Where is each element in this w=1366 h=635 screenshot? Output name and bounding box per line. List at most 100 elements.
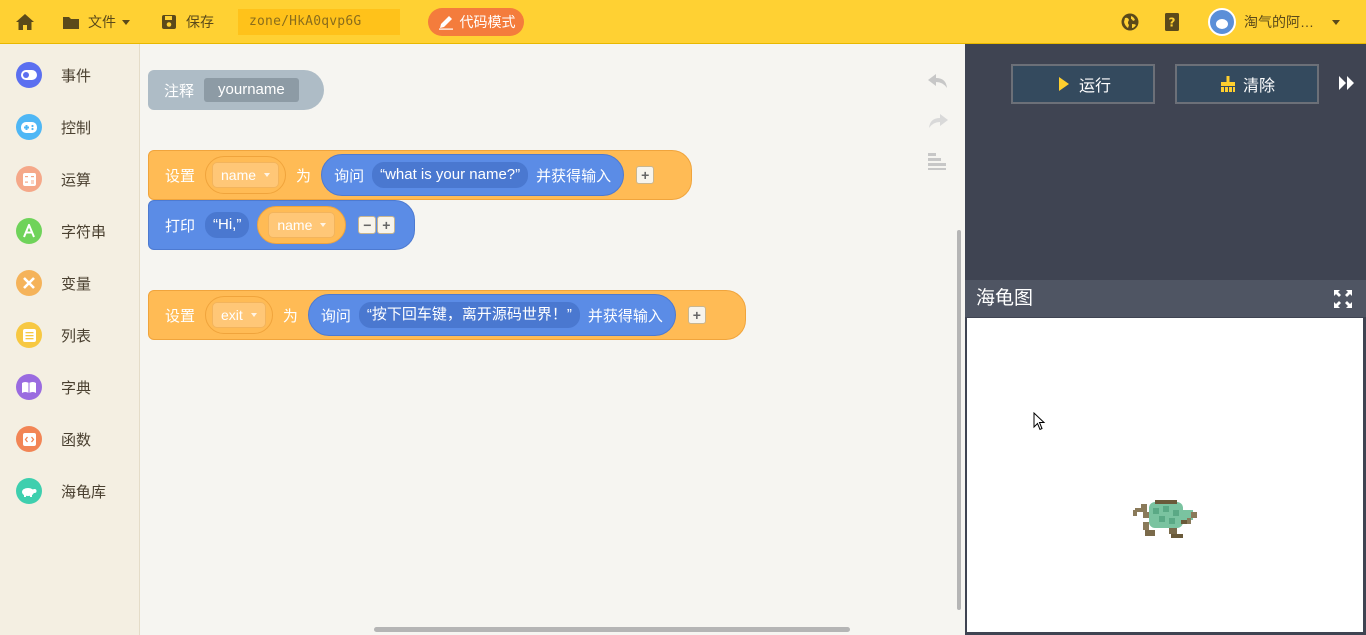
fast-forward-icon[interactable]	[1339, 76, 1357, 92]
variable-dropdown[interactable]: exit	[212, 302, 266, 328]
sidebar-item-label: 运算	[61, 171, 92, 189]
letter-a-icon	[16, 218, 42, 244]
clear-button[interactable]: 清除	[1175, 64, 1319, 104]
chevron-down-icon	[250, 313, 257, 317]
variable-slot: exit	[205, 296, 273, 334]
sidebar-item-label: 控制	[61, 119, 92, 137]
svg-text:?: ?	[1169, 16, 1176, 30]
save-icon	[160, 13, 178, 31]
run-label: 运行	[1078, 78, 1111, 95]
variable-dropdown[interactable]: name	[212, 162, 280, 188]
vertical-scrollbar[interactable]	[957, 230, 961, 610]
block-category-sidebar: 事件 控制 运算 字符串 变量 列表 字典 函数 海龟库	[0, 44, 140, 635]
sidebar-item-label: 字符串	[61, 223, 107, 241]
username: 淘气的阿…	[1244, 14, 1314, 30]
pencil-icon	[437, 13, 455, 31]
zone-path-field[interactable]: zone/HkA0qvp6G	[238, 9, 400, 35]
fullscreen-icon[interactable]	[1333, 289, 1353, 309]
book-icon	[16, 374, 42, 400]
set-keyword: 设置	[165, 307, 196, 325]
turtle-canvas[interactable]	[966, 317, 1364, 633]
run-button[interactable]: 运行	[1011, 64, 1155, 104]
calculator-icon	[16, 166, 42, 192]
sidebar-item-label: 列表	[61, 327, 92, 345]
clear-label: 清除	[1242, 78, 1275, 95]
chevron-down-icon	[122, 19, 130, 25]
user-menu[interactable]: 淘气的阿…	[1208, 7, 1340, 37]
undo-icon[interactable]	[927, 72, 947, 92]
add-argument-button[interactable]: +	[687, 306, 706, 324]
home-button[interactable]	[12, 0, 38, 44]
turtle-panel-title: 海龟图	[965, 280, 1366, 317]
ask-input-block[interactable]: 询问 “按下回车键，离开源码世界！” 并获得输入	[307, 294, 676, 336]
sidebar-item-label: 事件	[61, 67, 92, 85]
sidebar-item-label: 海龟库	[61, 483, 107, 501]
prompt-string[interactable]: “what is your name?”	[372, 162, 529, 188]
toggle-icon	[16, 62, 42, 88]
mouse-cursor-icon	[1033, 412, 1046, 431]
variable-name: exit	[221, 307, 243, 323]
redo-icon[interactable]	[927, 112, 948, 132]
align-left-icon[interactable]	[927, 152, 947, 172]
avatar	[1208, 8, 1236, 36]
folder-icon	[62, 13, 80, 31]
file-menu[interactable]: 文件	[62, 0, 130, 44]
sidebar-item-turtle[interactable]: 海龟库	[0, 471, 140, 511]
horizontal-scrollbar[interactable]	[374, 627, 850, 632]
sidebar-item-strings[interactable]: 字符串	[0, 211, 140, 251]
prompt-string[interactable]: “按下回车键，离开源码世界！”	[358, 302, 580, 328]
print-string[interactable]: “Hi,”	[205, 212, 250, 238]
sidebar-item-variables[interactable]: 变量	[0, 263, 140, 303]
play-icon	[1055, 75, 1073, 93]
chevron-down-icon	[320, 223, 327, 227]
broom-icon	[1219, 75, 1237, 93]
variable-x-icon	[16, 270, 42, 296]
set-keyword: 设置	[165, 167, 196, 185]
set-variable-block[interactable]: 设置 exit 为 询问 “按下回车键，离开源码世界！” 并获得输入 +	[148, 290, 746, 340]
gamepad-icon	[16, 114, 42, 140]
add-argument-button[interactable]: +	[636, 166, 655, 184]
run-panel: 运行 清除 海龟图	[965, 44, 1366, 635]
turtle-sprite-icon	[1133, 500, 1197, 538]
print-block[interactable]: 打印 “Hi,” name − +	[148, 200, 415, 250]
input-suffix: 并获得输入	[536, 167, 612, 185]
sidebar-item-control[interactable]: 控制	[0, 107, 140, 147]
sidebar-item-lists[interactable]: 列表	[0, 315, 140, 355]
save-button[interactable]: 保存	[160, 0, 214, 44]
variable-slot: name	[257, 206, 347, 244]
variable-name: name	[221, 167, 257, 183]
print-keyword: 打印	[165, 217, 196, 235]
chevron-down-icon	[1332, 19, 1340, 25]
sidebar-item-label: 字典	[61, 379, 92, 397]
comment-block[interactable]: 注释 yourname	[148, 70, 324, 110]
sidebar-item-functions[interactable]: 函数	[0, 419, 140, 459]
top-toolbar: 文件 保存 zone/HkA0qvp6G 代码模式 ? 淘气的阿…	[0, 0, 1366, 44]
as-keyword: 为	[296, 167, 312, 185]
sidebar-item-label: 函数	[61, 431, 92, 449]
sidebar-item-dictionary[interactable]: 字典	[0, 367, 140, 407]
globe-icon[interactable]	[1120, 12, 1140, 32]
ask-keyword: 询问	[334, 167, 365, 185]
comment-text-field[interactable]: yourname	[204, 78, 299, 102]
sidebar-item-label: 变量	[61, 275, 92, 293]
code-icon	[16, 426, 42, 452]
code-mode-button[interactable]: 代码模式	[428, 8, 524, 36]
list-icon	[16, 322, 42, 348]
ask-input-block[interactable]: 询问 “what is your name?” 并获得输入	[321, 154, 625, 196]
code-mode-label: 代码模式	[459, 14, 516, 30]
variable-dropdown[interactable]: name	[268, 212, 336, 238]
argument-buttons: − +	[358, 216, 396, 234]
turtle-icon	[16, 478, 42, 504]
variable-name: name	[277, 217, 313, 233]
variable-slot: name	[205, 156, 287, 194]
file-menu-label: 文件	[88, 14, 116, 30]
code-workspace[interactable]: 注释 yourname 设置 name 为 询问 “what is your n…	[141, 44, 965, 635]
set-variable-block[interactable]: 设置 name 为 询问 “what is your name?” 并获得输入 …	[148, 150, 692, 200]
help-book-icon[interactable]: ?	[1164, 12, 1182, 32]
sidebar-item-operators[interactable]: 运算	[0, 159, 140, 199]
comment-keyword: 注释	[164, 82, 195, 100]
sidebar-item-events[interactable]: 事件	[0, 55, 140, 95]
save-label: 保存	[186, 14, 214, 30]
add-argument-button[interactable]: +	[377, 216, 396, 234]
remove-argument-button[interactable]: −	[358, 216, 377, 234]
